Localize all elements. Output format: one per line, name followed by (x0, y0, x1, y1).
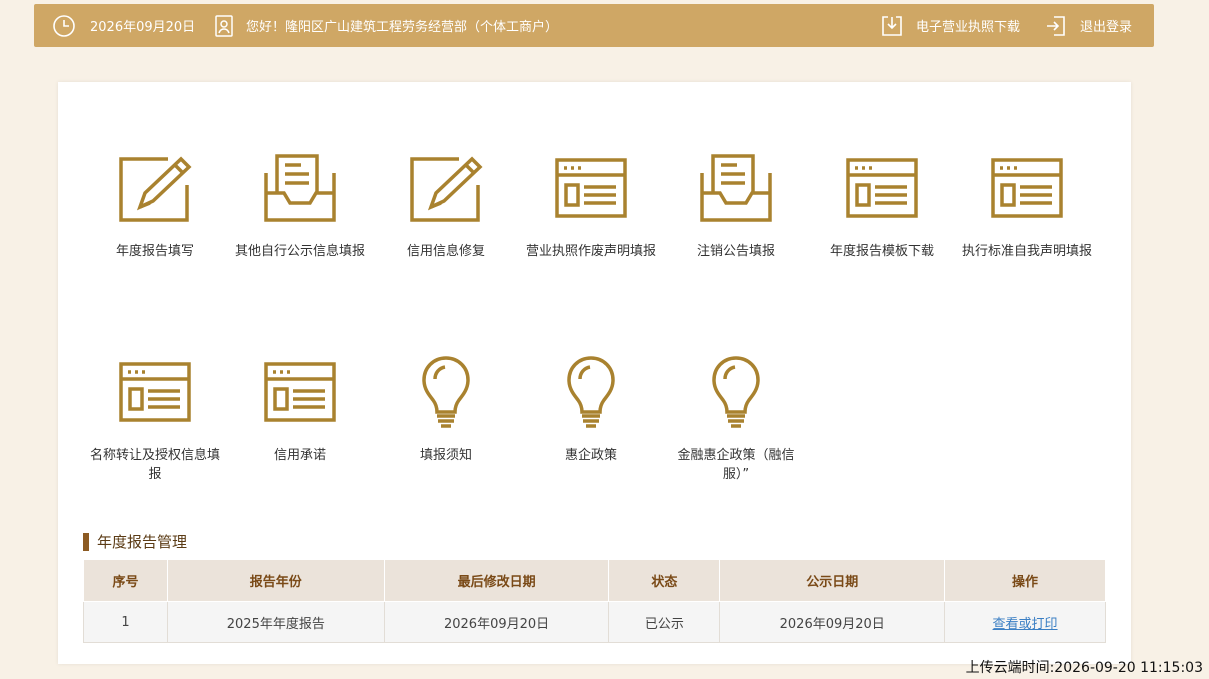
upload-time: 上传云端时间:2026-09-20 11:15:03 (965, 660, 1203, 676)
tile-filing-instructions[interactable]: 填报须知 (373, 352, 519, 465)
tile-name-transfer[interactable]: 名称转让及授权信息填报 (82, 352, 228, 484)
logout-button[interactable]: 退出登录 (1044, 4, 1132, 47)
tile-label: 金融惠企政策（融信服）” (677, 448, 795, 482)
cell-last-modified: 2026年09月20日 (383, 601, 610, 643)
lightbulb-icon (373, 352, 519, 432)
view-print-link[interactable]: 查看或打印 (993, 617, 1058, 632)
current-date: 2026年09月20日 (90, 20, 196, 35)
cell-action: 查看或打印 (944, 601, 1106, 643)
tile-label: 信用信息修复 (406, 244, 485, 259)
browser-form-icon (518, 148, 664, 228)
cell-index: 1 (83, 601, 168, 643)
date-display: 2026年09月20日 (52, 4, 195, 47)
tile-label: 营业执照作废声明填报 (525, 244, 656, 259)
tile-license-void-statement[interactable]: 营业执照作废声明填报 (518, 148, 664, 261)
tile-report-template-download[interactable]: 年度报告模板下载 (809, 148, 955, 261)
edit-pen-icon (82, 148, 228, 228)
col-header-status: 状态 (608, 559, 721, 602)
browser-form-icon (82, 352, 228, 432)
table-row: 1 2025年年度报告 2026年09月20日 已公示 2026年09月20日 … (83, 601, 1106, 643)
col-header-report-year: 报告年份 (166, 559, 385, 602)
main-card: 年度报告填写 其他自行公示信息填报 信用信息修复 营业执照作废声明填报 注销公告… (58, 82, 1131, 664)
lightbulb-icon (663, 352, 809, 432)
tile-label: 名称转让及授权信息填报 (89, 448, 220, 482)
tile-label: 填报须知 (419, 448, 472, 463)
tile-label: 信用承诺 (273, 448, 326, 463)
tile-label: 惠企政策 (564, 448, 617, 463)
table-header-row: 序号 报告年份 最后修改日期 状态 公示日期 操作 (83, 559, 1106, 602)
lightbulb-icon (518, 352, 664, 432)
clock-icon (52, 14, 76, 38)
browser-form-icon (954, 148, 1100, 228)
col-header-action: 操作 (944, 559, 1106, 602)
tile-label: 注销公告填报 (696, 244, 775, 259)
section-title: 年度报告管理 (83, 533, 187, 551)
download-label: 电子营业执照下载 (916, 20, 1021, 35)
browser-form-icon (809, 148, 955, 228)
tile-standard-self-declaration[interactable]: 执行标准自我声明填报 (954, 148, 1100, 261)
tile-label: 执行标准自我声明填报 (961, 244, 1092, 259)
user-greeting: 您好！隆阳区广山建筑工程劳务经营部（个体工商户） (214, 4, 558, 47)
tile-finance-policy[interactable]: 金融惠企政策（融信服）” (663, 352, 809, 484)
tile-label: 年度报告模板下载 (829, 244, 934, 259)
cell-status: 已公示 (608, 601, 721, 643)
edit-pen-icon (373, 148, 519, 228)
inbox-doc-icon (227, 148, 373, 228)
logout-icon (1044, 14, 1068, 38)
user-badge-icon (214, 14, 234, 38)
cell-publish-date: 2026年09月20日 (719, 601, 946, 643)
tile-business-policy[interactable]: 惠企政策 (518, 352, 664, 465)
col-header-publish-date: 公示日期 (719, 559, 946, 602)
download-icon (880, 14, 904, 38)
tile-deregistration-notice[interactable]: 注销公告填报 (663, 148, 809, 261)
tile-credit-repair[interactable]: 信用信息修复 (373, 148, 519, 261)
inbox-doc-icon (663, 148, 809, 228)
tile-label: 年度报告填写 (115, 244, 194, 259)
greeting-text: 您好！隆阳区广山建筑工程劳务经营部（个体工商户） (246, 20, 559, 35)
annual-report-table: 序号 报告年份 最后修改日期 状态 公示日期 操作 1 2025年年度报告 20… (83, 559, 1106, 643)
browser-form-icon (227, 352, 373, 432)
tile-label: 其他自行公示信息填报 (234, 244, 365, 259)
tile-other-public-info[interactable]: 其他自行公示信息填报 (227, 148, 373, 261)
col-header-last-modified: 最后修改日期 (383, 559, 610, 602)
license-download-button[interactable]: 电子营业执照下载 (880, 4, 1020, 47)
tile-credit-commitment[interactable]: 信用承诺 (227, 352, 373, 465)
cell-report-year: 2025年年度报告 (166, 601, 385, 643)
logout-label: 退出登录 (1080, 20, 1133, 35)
col-header-index: 序号 (83, 559, 168, 602)
top-bar: 2026年09月20日 您好！隆阳区广山建筑工程劳务经营部（个体工商户） 电子营… (34, 4, 1154, 47)
tile-annual-report-fill[interactable]: 年度报告填写 (82, 148, 228, 261)
